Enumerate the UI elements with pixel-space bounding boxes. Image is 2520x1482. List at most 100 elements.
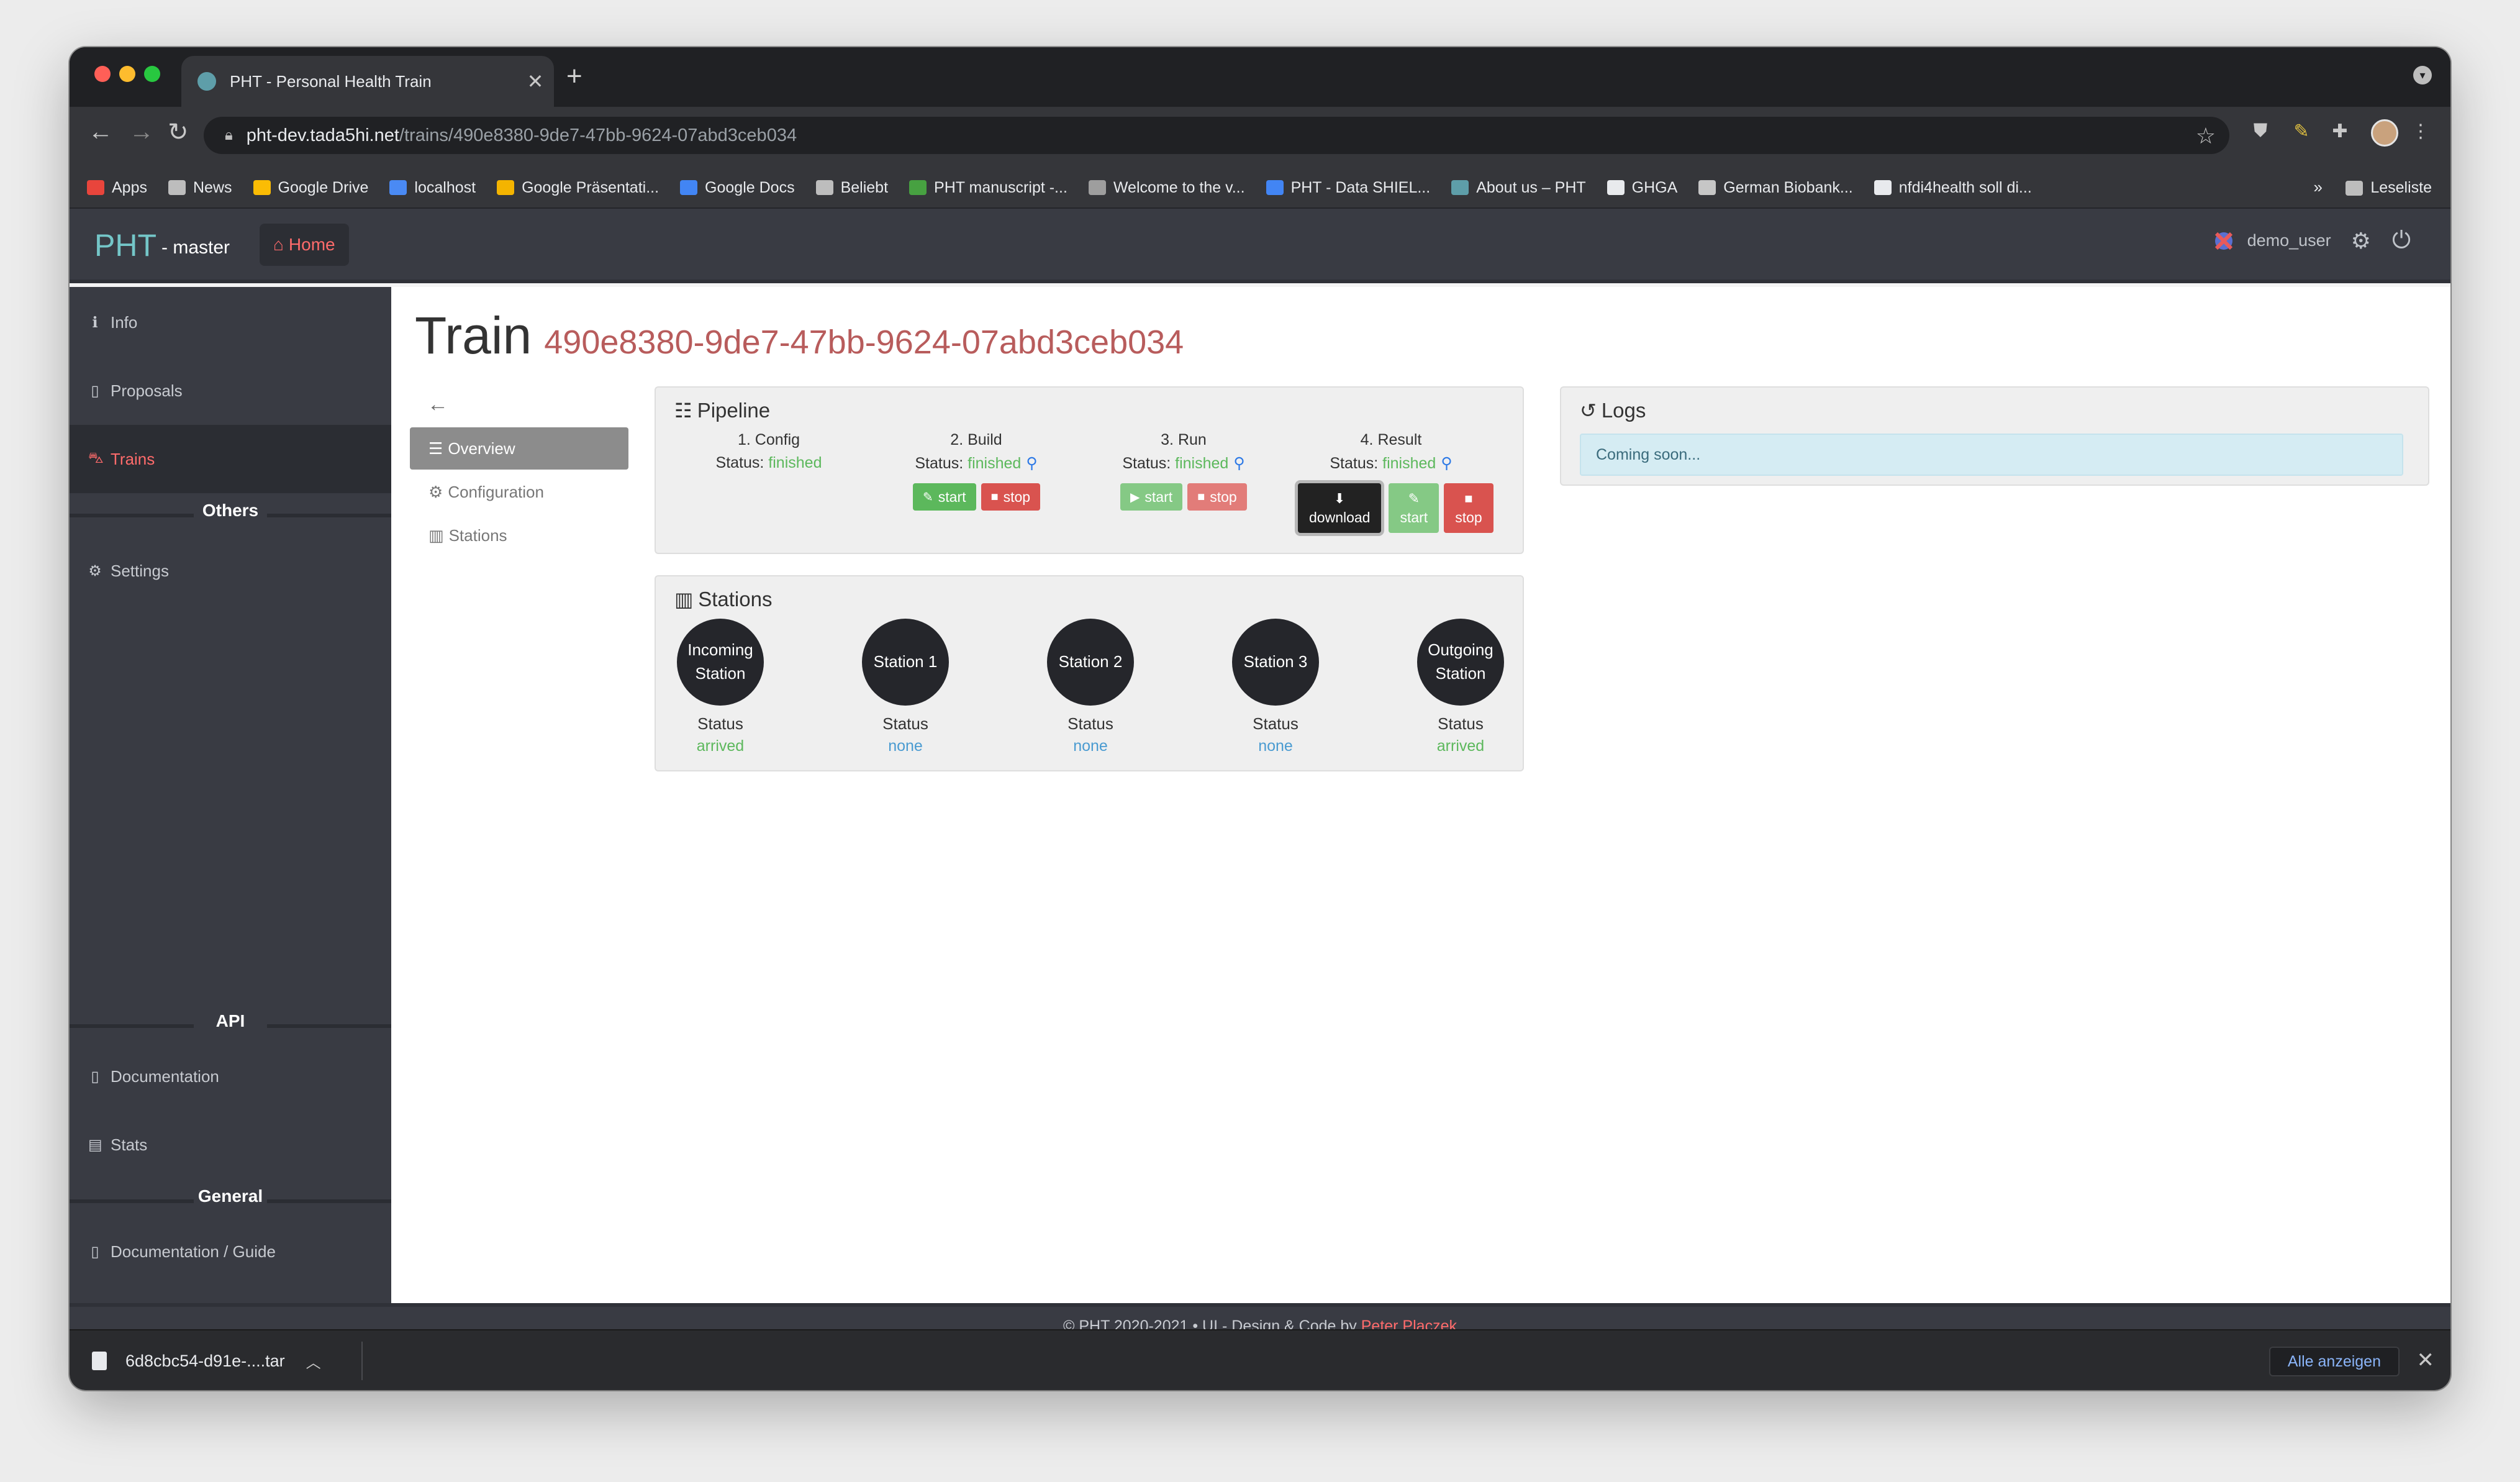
user-name[interactable]: demo_user <box>2247 231 2331 250</box>
overleaf-icon <box>909 180 927 195</box>
result-stop-button[interactable]: ■ stop <box>1444 483 1493 533</box>
bookmark-item[interactable]: GHGA <box>1607 179 1677 197</box>
station-name-line2: Station <box>1435 664 1486 683</box>
back-arrow-icon[interactable]: ← <box>88 118 113 146</box>
search-icon[interactable]: ⚲ <box>1233 455 1244 472</box>
subnav-stations[interactable]: ▥ Stations <box>410 514 628 557</box>
maximize-window-button[interactable] <box>144 66 160 82</box>
settings-gear-icon[interactable]: ⚙ <box>2351 228 2371 254</box>
sidebar-item-info[interactable]: ℹ Info <box>70 288 391 357</box>
bookmarks-overflow-button[interactable]: » <box>2314 178 2323 197</box>
new-tab-button[interactable]: + <box>566 61 582 92</box>
folder-icon <box>815 180 833 195</box>
bookmark-item[interactable]: PHT manuscript -... <box>909 179 1067 197</box>
sidebar-item-guide[interactable]: ▯ Documentation / Guide <box>70 1217 391 1286</box>
bookmark-star-icon[interactable]: ☆ <box>2196 123 2216 149</box>
home-button[interactable]: ⌂ Home <box>260 224 349 266</box>
profile-avatar[interactable] <box>2371 119 2398 147</box>
step-label: 1. Config <box>737 431 800 448</box>
bookmark-item[interactable]: About us – PHT <box>1451 179 1586 197</box>
build-buttons: ✎ start ■ stop <box>913 483 1045 511</box>
result-start-button[interactable]: ✎ start <box>1389 483 1439 533</box>
bookmark-label: Google Drive <box>278 178 369 196</box>
bookmark-label: nfdi4health soll di... <box>1898 178 2032 196</box>
browser-tab[interactable]: PHT - Personal Health Train ✕ <box>181 56 554 107</box>
bookmark-item[interactable]: Google Präsentati... <box>497 179 659 197</box>
run-stop-button[interactable]: ■ stop <box>1187 483 1247 511</box>
close-download-bar-icon[interactable]: ✕ <box>2417 1348 2435 1373</box>
bookmark-item[interactable]: Apps <box>87 179 147 197</box>
reading-list-button[interactable]: Leseliste <box>2346 179 2432 197</box>
subnav-configuration[interactable]: ⚙ Configuration <box>410 471 628 513</box>
sidebar-heading-api: API <box>70 1011 391 1031</box>
download-item[interactable]: 6d8cbc54-d91e-....tar ︿ <box>92 1330 321 1390</box>
station-circle[interactable]: Outgoing Station <box>1417 619 1504 706</box>
close-window-button[interactable] <box>94 66 111 82</box>
google-docs-icon <box>1266 180 1284 195</box>
shield-extension-icon[interactable]: ⛊ <box>2248 120 2273 145</box>
subnav-overview[interactable]: ☰ Overview <box>410 427 628 470</box>
reload-icon[interactable]: ↻ <box>168 118 189 147</box>
bookmark-item[interactable]: Google Docs <box>680 179 795 197</box>
station-circle[interactable]: Station 3 <box>1232 619 1319 706</box>
sidebar-item-settings[interactable]: ⚙ Settings <box>70 537 391 605</box>
train-id: 490e8380-9de7-47bb-9624-07abd3ceb034 <box>544 324 1184 361</box>
bookmark-item[interactable]: Beliebt <box>815 179 888 197</box>
sidebar-item-documentation[interactable]: ▯ Documentation <box>70 1042 391 1111</box>
step-run: 3. Run Status: finished ⚲ <box>1084 431 1283 473</box>
station-status: arrived <box>1436 737 1485 755</box>
forward-arrow-icon[interactable]: → <box>129 118 154 146</box>
puzzle-extensions-icon[interactable]: ✚ <box>2327 120 2352 145</box>
show-all-downloads-button[interactable]: Alle anzeigen <box>2268 1347 2400 1376</box>
sidebar-heading-general: General <box>70 1186 391 1206</box>
address-bar[interactable]: 🔒︎ pht-dev.tada5hi.net/trains/490e8380-9… <box>204 117 2229 154</box>
station-name-line2: Station <box>695 664 746 683</box>
google-drive-icon <box>253 180 271 195</box>
train-icon: ⛍ <box>88 450 104 466</box>
sidebar-item-proposals[interactable]: ▯ Proposals <box>70 357 391 425</box>
tab-close-icon[interactable]: ✕ <box>517 70 554 93</box>
step-config: 1. Config Status: finished <box>669 431 868 472</box>
run-start-button[interactable]: ▶ start <box>1120 483 1183 511</box>
sidebar-item-trains[interactable]: ⛍ Trains <box>70 425 391 493</box>
extension-icon[interactable]: ✎ <box>2289 120 2314 145</box>
back-arrow-icon[interactable]: ← <box>427 393 448 417</box>
build-start-button[interactable]: ✎ start <box>913 483 976 511</box>
bookmark-label: PHT - Data SHIEL... <box>1290 178 1431 196</box>
search-icon[interactable]: ⚲ <box>1441 455 1452 472</box>
button-label: start <box>1144 488 1173 505</box>
logs-message: Coming soon... <box>1580 434 2403 476</box>
bookmark-item[interactable]: Google Drive <box>253 178 369 197</box>
build-stop-button[interactable]: ■ stop <box>981 483 1041 511</box>
gear-icon: ⚙ <box>428 482 443 501</box>
result-download-button[interactable]: ⬇ download <box>1298 483 1382 533</box>
button-label: stop <box>1003 488 1031 505</box>
browser-menu-icon[interactable]: ⋮ <box>2408 120 2433 145</box>
station-circle[interactable]: Station 2 <box>1047 619 1134 706</box>
bookmarks-bar: Apps News Google Drive localhost Google Präs… <box>70 168 2450 209</box>
search-icon[interactable]: ⚲ <box>1026 455 1037 472</box>
button-label: stop <box>1455 509 1482 525</box>
bookmark-item[interactable]: localhost <box>389 179 476 197</box>
bookmark-item[interactable]: nfdi4health soll di... <box>1874 179 2032 197</box>
sidebar-item-stats[interactable]: ▤ Stats <box>70 1111 391 1179</box>
tab-search-icon[interactable]: ▾ <box>2413 66 2432 84</box>
sidebar-item-label: Trains <box>111 449 155 468</box>
brand-logo[interactable]: PHT <box>94 227 156 263</box>
logout-power-icon[interactable]: ⏻ <box>2392 227 2411 254</box>
station-circle[interactable]: Incoming Station <box>677 619 764 706</box>
biobank-icon <box>1698 180 1716 195</box>
station-circle[interactable]: Station 1 <box>862 619 949 706</box>
logs-panel: ↺ Logs Coming soon... <box>1560 386 2429 486</box>
chart-icon: ▤ <box>88 1136 102 1153</box>
bookmark-item[interactable]: Welcome to the v... <box>1088 179 1245 197</box>
bookmark-item[interactable]: German Biobank... <box>1698 179 1853 197</box>
tab-title: PHT - Personal Health Train <box>230 71 432 91</box>
bookmark-item[interactable]: PHT - Data SHIEL... <box>1266 178 1431 197</box>
chevron-up-icon[interactable]: ︿ <box>306 1350 321 1372</box>
sidebar-item-label: Info <box>111 312 138 332</box>
minimize-window-button[interactable] <box>119 66 135 82</box>
bookmark-item[interactable]: News <box>168 179 232 197</box>
station-incoming: Incoming Station Status arrived <box>664 619 776 755</box>
url-path: /trains/490e8380-9de7-47bb-9624-07abd3ce… <box>399 125 797 145</box>
